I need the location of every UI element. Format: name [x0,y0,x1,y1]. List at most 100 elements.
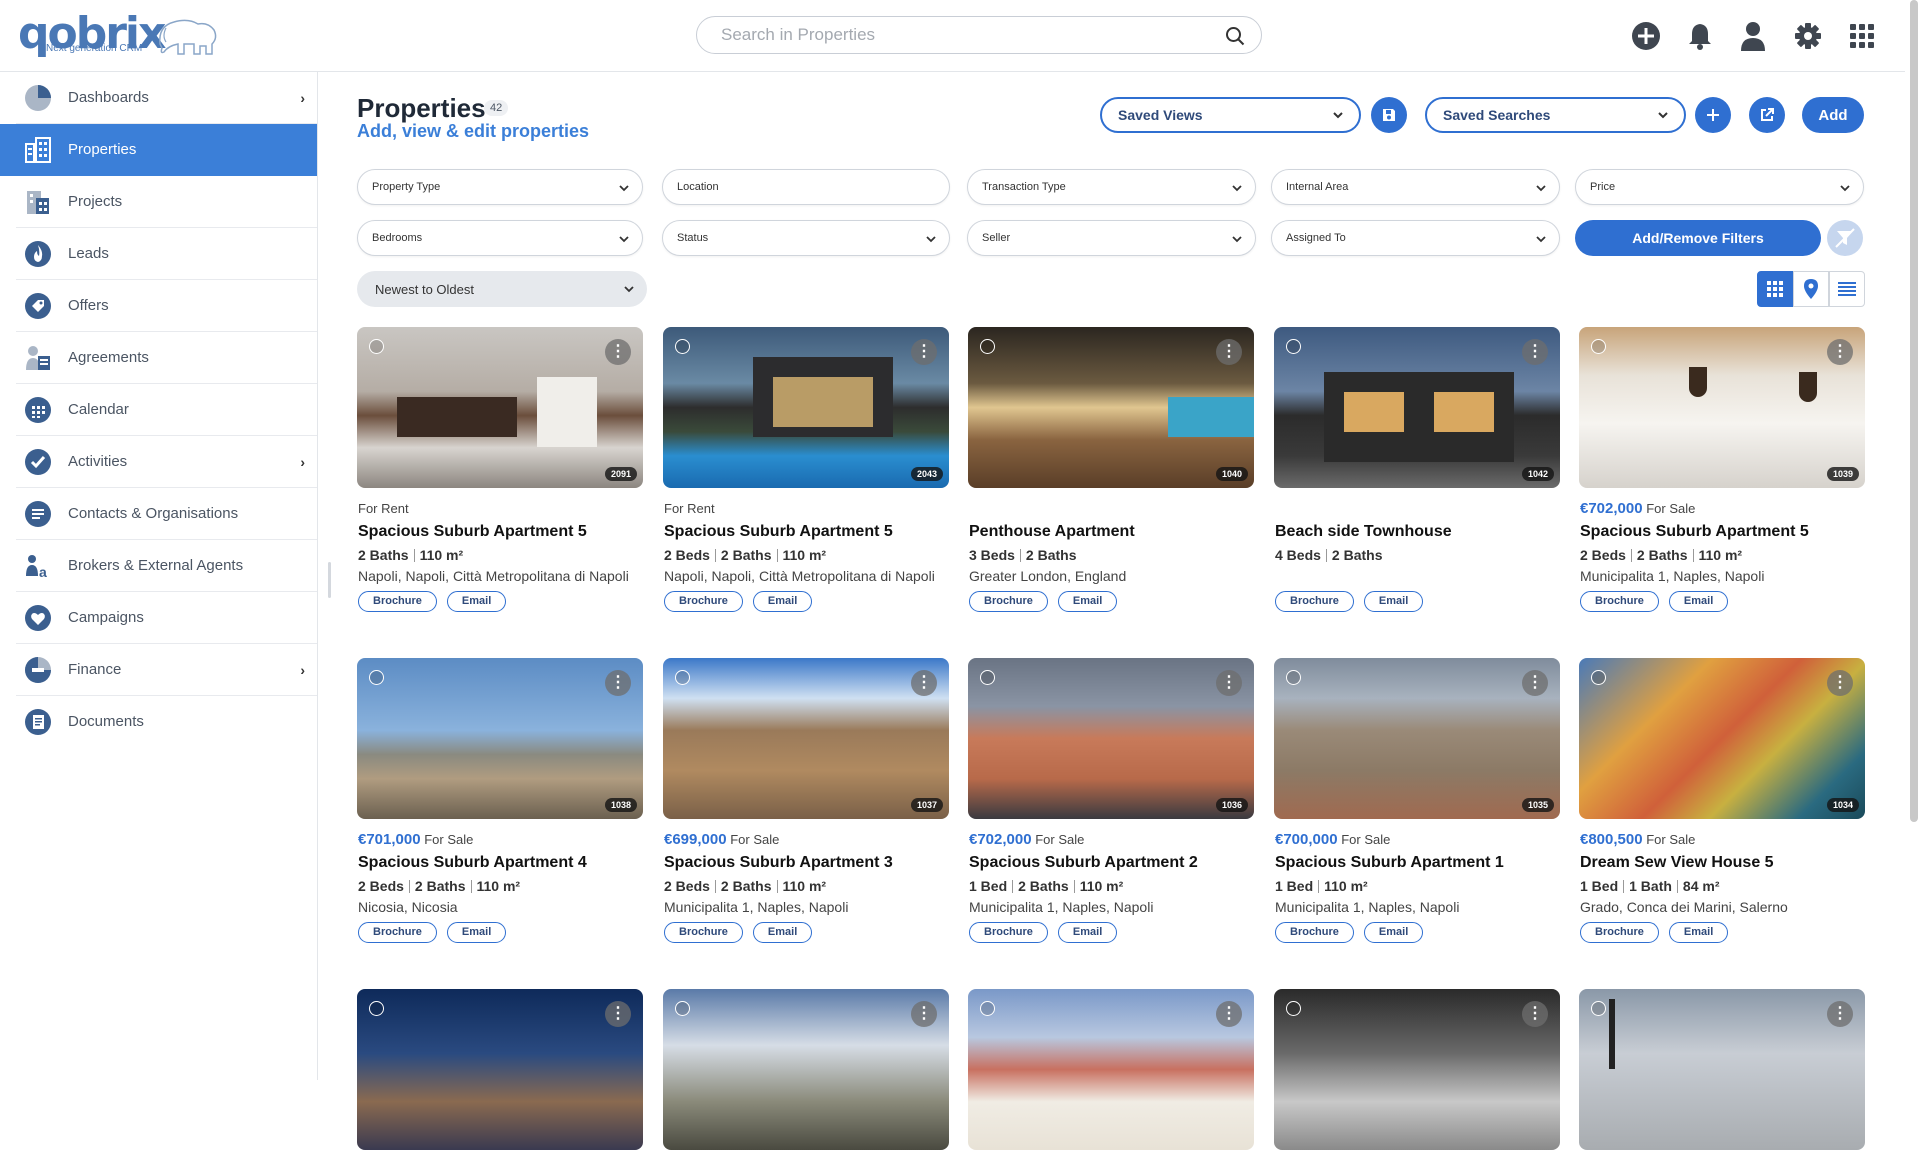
more-options-icon[interactable]: ⋮ [1827,670,1853,696]
select-radio[interactable] [1591,670,1606,685]
filter-bedrooms[interactable]: Bedrooms [357,220,643,256]
property-card[interactable]: ⋮ 1039 €702,000 For Sale Spacious Suburb… [1579,327,1865,612]
property-card[interactable]: ⋮ [663,989,949,1150]
select-radio[interactable] [1286,1001,1301,1016]
select-radio[interactable] [980,1001,995,1016]
property-name[interactable]: Spacious Suburb Apartment 3 [664,854,893,872]
property-photo[interactable]: ⋮ 1040 [968,327,1254,488]
more-options-icon[interactable]: ⋮ [605,1001,631,1027]
property-photo[interactable]: ⋮ 1035 [1274,658,1560,819]
property-photo[interactable]: ⋮ 1036 [968,658,1254,819]
property-card[interactable]: ⋮ 1040 Penthouse Apartment 3 Beds 2 Baths… [968,327,1254,612]
saved-views-select[interactable]: Saved Views [1100,97,1361,133]
save-view-button[interactable] [1371,97,1407,133]
property-card[interactable]: ⋮ 2091 For Rent Spacious Suburb Apartmen… [357,327,643,612]
more-options-icon[interactable]: ⋮ [1216,670,1242,696]
more-options-icon[interactable]: ⋮ [1216,339,1242,365]
property-name[interactable]: Spacious Suburb Apartment 4 [358,854,587,872]
filter-status[interactable]: Status [662,220,950,256]
more-options-icon[interactable]: ⋮ [1522,670,1548,696]
sidebar-item-finance[interactable]: Finance › [0,644,317,696]
property-name[interactable]: Spacious Suburb Apartment 2 [969,854,1198,872]
email-button[interactable]: Email [752,591,813,612]
property-card[interactable]: ⋮ 1038 €701,000 For Sale Spacious Suburb… [357,658,643,943]
property-photo[interactable]: ⋮ [663,989,949,1150]
user-icon[interactable] [1737,20,1769,52]
property-card[interactable]: ⋮ [357,989,643,1150]
select-radio[interactable] [675,339,690,354]
bell-icon[interactable] [1684,20,1716,52]
map-view-toggle[interactable] [1793,271,1829,307]
property-card[interactable]: ⋮ 1042 Beach side Townhouse 4 Beds 2 Bath… [1274,327,1560,612]
email-button[interactable]: Email [1363,591,1424,612]
sidebar-item-brokers[interactable]: a Brokers & External Agents [0,540,317,592]
search-icon[interactable] [1225,26,1245,46]
apps-grid-icon[interactable] [1846,20,1878,52]
filter-assigned-to[interactable]: Assigned To [1271,220,1560,256]
page-scrollbar[interactable] [1910,0,1918,822]
list-view-toggle[interactable] [1829,271,1865,307]
brochure-button[interactable]: Brochure [1580,922,1659,943]
share-button[interactable] [1749,97,1785,133]
filter-price[interactable]: Price [1575,169,1864,205]
more-options-icon[interactable]: ⋮ [1827,1001,1853,1027]
property-photo[interactable]: ⋮ [1274,989,1560,1150]
brochure-button[interactable]: Brochure [1275,922,1354,943]
select-radio[interactable] [369,1001,384,1016]
gear-icon[interactable] [1792,20,1824,52]
email-button[interactable]: Email [1363,922,1424,943]
property-name[interactable]: Spacious Suburb Apartment 1 [1275,854,1504,872]
property-photo[interactable]: ⋮ [1579,989,1865,1150]
sort-select[interactable]: Newest to Oldest [357,271,647,307]
sidebar-item-offers[interactable]: Offers [0,280,317,332]
more-options-icon[interactable]: ⋮ [911,1001,937,1027]
filter-internal-area[interactable]: Internal Area [1271,169,1560,205]
sidebar-item-contacts[interactable]: Contacts & Organisations [0,488,317,540]
property-card[interactable]: ⋮ 1034 €800,500 For Sale Dream Sew View … [1579,658,1865,943]
select-radio[interactable] [980,670,995,685]
property-name[interactable]: Spacious Suburb Apartment 5 [664,523,893,541]
property-name[interactable]: Beach side Townhouse [1275,523,1452,541]
select-radio[interactable] [1591,339,1606,354]
sidebar-item-leads[interactable]: Leads [0,228,317,280]
brochure-button[interactable]: Brochure [1275,591,1354,612]
property-card[interactable]: ⋮ [1579,989,1865,1150]
property-photo[interactable]: ⋮ 2091 [357,327,643,488]
more-options-icon[interactable]: ⋮ [605,670,631,696]
property-name[interactable]: Penthouse Apartment [969,523,1135,541]
more-options-icon[interactable]: ⋮ [1216,1001,1242,1027]
property-photo[interactable]: ⋮ 1037 [663,658,949,819]
more-options-icon[interactable]: ⋮ [1522,339,1548,365]
property-photo[interactable]: ⋮ [968,989,1254,1150]
property-card[interactable]: ⋮ 1035 €700,000 For Sale Spacious Suburb… [1274,658,1560,943]
property-name[interactable]: Dream Sew View House 5 [1580,854,1774,872]
clear-filters-button[interactable] [1827,220,1863,256]
filter-location[interactable]: Location [662,169,950,205]
property-photo[interactable]: ⋮ 1042 [1274,327,1560,488]
property-card[interactable]: ⋮ 2043 For Rent Spacious Suburb Apartmen… [663,327,949,612]
brochure-button[interactable]: Brochure [1580,591,1659,612]
add-remove-filters-button[interactable]: Add/Remove Filters [1575,220,1821,256]
select-radio[interactable] [1591,1001,1606,1016]
saved-searches-select[interactable]: Saved Searches [1425,97,1686,133]
sidebar-item-campaigns[interactable]: Campaigns [0,592,317,644]
more-options-icon[interactable]: ⋮ [1827,339,1853,365]
select-radio[interactable] [1286,670,1301,685]
email-button[interactable]: Email [446,922,507,943]
email-button[interactable]: Email [446,591,507,612]
brochure-button[interactable]: Brochure [664,922,743,943]
add-search-button[interactable] [1695,97,1731,133]
brochure-button[interactable]: Brochure [664,591,743,612]
property-card[interactable]: ⋮ 1037 €699,000 For Sale Spacious Suburb… [663,658,949,943]
more-options-icon[interactable]: ⋮ [1522,1001,1548,1027]
sidebar-item-properties[interactable]: Properties [0,124,317,176]
search-input[interactable] [721,25,1201,45]
email-button[interactable]: Email [752,922,813,943]
property-name[interactable]: Spacious Suburb Apartment 5 [358,523,587,541]
property-card[interactable]: ⋮ 1036 €702,000 For Sale Spacious Suburb… [968,658,1254,943]
property-photo[interactable]: ⋮ 2043 [663,327,949,488]
filter-property-type[interactable]: Property Type [357,169,643,205]
select-radio[interactable] [675,670,690,685]
email-button[interactable]: Email [1668,591,1729,612]
property-photo[interactable]: ⋮ 1034 [1579,658,1865,819]
